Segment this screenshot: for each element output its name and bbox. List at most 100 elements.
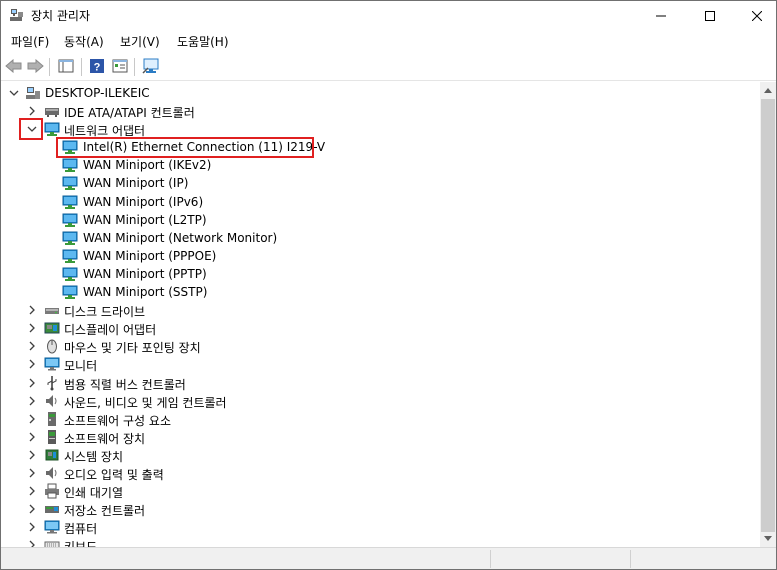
tree-device-row[interactable]: WAN Miniport (SSTP) [1,283,760,301]
tree-category-row[interactable]: 사운드, 비디오 및 게임 컨트롤러 [1,392,760,410]
tree-category-label: 저장소 컨트롤러 [64,504,146,519]
properties-button[interactable] [110,56,130,76]
network-adapter-icon [44,122,60,137]
menu-help[interactable]: 도움말(H) [177,33,229,50]
status-cell [491,550,631,568]
tree-category-row[interactable]: 저장소 컨트롤러 [1,500,760,518]
network-adapter-icon [62,285,78,299]
menu-file[interactable]: 파일(F) [11,33,49,50]
keyboard-icon [44,541,60,547]
tree-category-label: 소프트웨어 장치 [64,431,146,446]
scroll-thumb[interactable] [761,99,775,532]
expand-chevron-icon[interactable] [26,322,38,334]
expand-chevron-icon[interactable] [26,521,38,533]
minimize-icon [656,15,666,16]
print-queue-icon [45,483,59,499]
maximize-icon [705,10,715,21]
help-icon: ? [90,59,104,74]
tree-device-row[interactable]: WAN Miniport (L2TP) [1,211,760,229]
expand-chevron-icon[interactable] [26,304,38,316]
tree-device-label: WAN Miniport (SSTP) [83,285,208,299]
mouse-icon [47,339,57,354]
tree-category-row[interactable]: 인쇄 대기열 [1,482,760,500]
ide-controller-icon [45,108,59,117]
console-tree-icon [58,59,74,73]
expand-chevron-icon[interactable] [26,395,38,407]
tree-category-row[interactable]: 디스플레이 어댑터 [1,319,760,337]
toolbar-separator [81,58,82,76]
tree-category-row[interactable]: 소프트웨어 장치 [1,428,760,446]
tree-device-label: WAN Miniport (IP) [83,176,189,191]
tree-category-row[interactable]: 시스템 장치 [1,446,760,464]
scroll-up-button[interactable] [760,82,776,99]
tree-category-label: 시스템 장치 [64,449,124,464]
tree-category-label: 마우스 및 기타 포인팅 장치 [64,341,201,356]
network-adapter-icon [62,158,78,173]
expand-chevron-icon[interactable] [26,449,38,461]
status-cell [1,550,491,568]
tree-category-row[interactable]: 키보드 [1,536,760,547]
display-adapter-icon [44,322,60,334]
forward-button[interactable] [25,56,45,76]
scan-hardware-icon [142,58,159,74]
expand-chevron-icon[interactable] [26,105,38,117]
tree-category-label: 모니터 [64,359,98,374]
tree-category-row[interactable]: 범용 직렬 버스 컨트롤러 [1,374,760,392]
highlight-expand-box [19,118,43,140]
tree-device-row[interactable]: WAN Miniport (PPPOE) [1,247,760,265]
back-button[interactable] [4,56,24,76]
toolbar-separator [49,58,50,76]
tree-category-label: 사운드, 비디오 및 게임 컨트롤러 [64,395,227,410]
tree-category-row[interactable]: 마우스 및 기타 포인팅 장치 [1,337,760,355]
tree-device-label: WAN Miniport (L2TP) [83,212,207,227]
tree-category-label: 오디오 입력 및 출력 [64,468,164,482]
maximize-button[interactable] [687,1,733,30]
expand-chevron-icon[interactable] [26,539,38,547]
computer-icon [26,87,40,99]
back-arrow-icon [5,59,22,73]
network-adapter-icon [62,231,78,245]
minimize-button[interactable] [638,1,684,30]
close-button[interactable] [734,1,777,30]
tree-category-row[interactable]: 오디오 입력 및 출력 [1,464,760,482]
tree-category-row[interactable]: IDE ATA/ATAPI 컨트롤러 [1,102,760,120]
collapse-chevron-icon[interactable] [8,87,20,99]
tree-category-label: 컴퓨터 [64,522,98,537]
system-device-icon [45,449,59,461]
window-title: 장치 관리자 [31,9,91,23]
tree-device-row[interactable]: WAN Miniport (Network Monitor) [1,229,760,247]
expand-chevron-icon[interactable] [26,413,38,425]
expand-chevron-icon[interactable] [26,485,38,497]
tree-root-row[interactable]: DESKTOP-ILEKEIC [1,84,760,102]
network-adapter-icon [62,195,78,209]
show-hide-console-tree-button[interactable] [56,56,76,76]
toolbar: ? [1,53,776,81]
expand-chevron-icon[interactable] [26,340,38,352]
tree-device-row[interactable]: WAN Miniport (PPTP) [1,265,760,283]
help-button[interactable]: ? [87,56,107,76]
expand-chevron-icon[interactable] [26,431,38,443]
tree-device-row[interactable]: WAN Miniport (IPv6) [1,193,760,211]
menu-action[interactable]: 동작(A) [64,33,104,50]
scroll-down-icon [764,536,772,541]
tree-category-row[interactable]: 컴퓨터 [1,518,760,536]
tree-category-row[interactable]: 소프트웨어 구성 요소 [1,410,760,428]
vertical-scrollbar[interactable] [760,82,776,547]
expand-chevron-icon[interactable] [26,503,38,515]
tree-category-row[interactable]: 디스크 드라이브 [1,301,760,319]
highlight-selected-device-box [56,137,314,158]
expand-chevron-icon[interactable] [26,377,38,389]
tree-device-label: WAN Miniport (PPPOE) [83,248,217,263]
tree-device-row[interactable]: WAN Miniport (IKEv2) [1,156,760,174]
expand-chevron-icon[interactable] [26,467,38,479]
tree-category-row[interactable]: 네트워크 어댑터 [1,120,760,138]
menu-view[interactable]: 보기(V) [120,33,160,50]
network-adapter-icon [62,176,78,191]
tree-category-row[interactable]: 모니터 [1,355,760,373]
scan-hardware-button[interactable] [141,56,161,76]
scroll-down-button[interactable] [760,530,776,547]
toolbar-separator [134,58,135,76]
expand-chevron-icon[interactable] [26,358,38,370]
tree-category-label: 키보드 [64,538,97,547]
tree-device-row[interactable]: WAN Miniport (IP) [1,174,760,192]
